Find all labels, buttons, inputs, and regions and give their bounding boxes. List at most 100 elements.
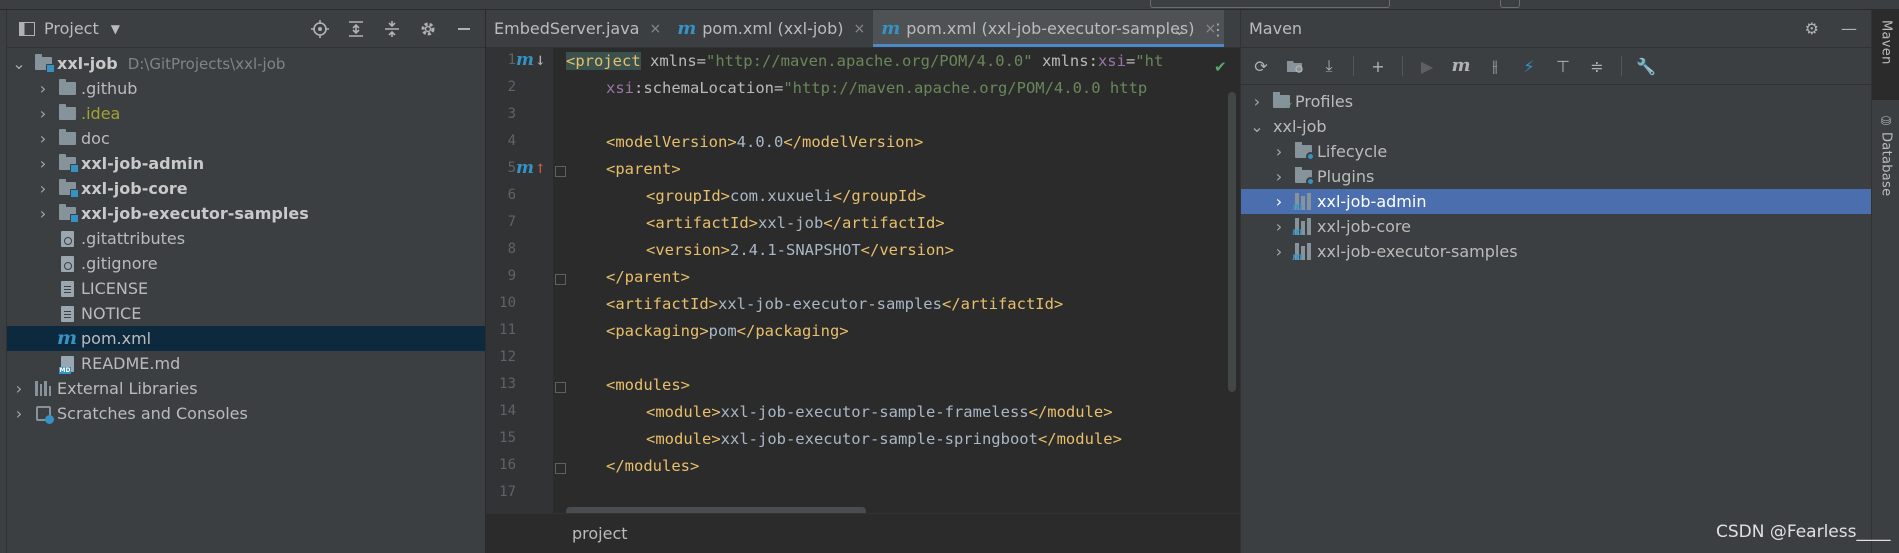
close-icon[interactable]: × bbox=[649, 21, 661, 37]
show-dependencies-icon[interactable]: ⊤ bbox=[1553, 56, 1573, 76]
code-view[interactable]: <project xmlns="http://maven.apache.org/… bbox=[566, 48, 1240, 513]
tree-item-idea[interactable]: › .idea bbox=[7, 101, 485, 126]
folder-icon bbox=[57, 79, 77, 98]
chevron-down-icon[interactable]: ⌄ bbox=[12, 54, 25, 73]
maven-item-xxl-job-core[interactable]: › m xxl-job-core bbox=[1241, 214, 1871, 239]
line-number: 11 bbox=[499, 322, 516, 338]
tree-item-doc[interactable]: › doc bbox=[7, 126, 485, 151]
collapse-all-icon[interactable]: ≑ bbox=[1587, 56, 1607, 76]
close-icon[interactable]: × bbox=[853, 21, 865, 37]
expand-all-icon[interactable] bbox=[346, 19, 365, 38]
maven-goal-icon[interactable]: m bbox=[1451, 56, 1471, 76]
line-number: 16 bbox=[499, 457, 516, 473]
maven-overridden-gutter-icon[interactable]: m↓ bbox=[516, 50, 546, 70]
maven-item-profiles[interactable]: › ✓ Profiles bbox=[1241, 89, 1871, 114]
maven-item-lifecycle[interactable]: › Lifecycle bbox=[1241, 139, 1871, 164]
chevron-right-icon[interactable]: › bbox=[37, 179, 49, 198]
maven-parent-gutter-icon[interactable]: m↑ bbox=[516, 158, 546, 178]
chevron-right-icon[interactable]: › bbox=[37, 129, 49, 148]
chevron-right-icon[interactable]: › bbox=[37, 204, 49, 223]
chevron-right-icon[interactable]: › bbox=[1273, 142, 1285, 161]
tab-label: pom.xml (xxl-job) bbox=[702, 19, 844, 38]
maven-item-plugins[interactable]: › Plugins bbox=[1241, 164, 1871, 189]
collapse-all-icon[interactable] bbox=[382, 19, 401, 38]
line-number: 7 bbox=[507, 214, 516, 230]
chevron-right-icon[interactable]: › bbox=[1273, 192, 1285, 211]
toolbar-button[interactable] bbox=[1500, 0, 1520, 8]
line-number: 9 bbox=[507, 268, 516, 284]
project-panel: Project ▼ ⌄ xxl-job D:\GitProjects\xxl-j… bbox=[7, 10, 486, 553]
text-file-icon bbox=[57, 305, 77, 323]
lifecycle-folder-icon bbox=[1293, 142, 1315, 161]
skip-tests-icon[interactable]: ⚡ bbox=[1519, 56, 1539, 76]
chevron-right-icon[interactable]: › bbox=[1273, 242, 1285, 261]
add-icon[interactable]: + bbox=[1368, 56, 1388, 76]
tree-item-readme[interactable]: README.md bbox=[7, 351, 485, 376]
side-tab-maven[interactable]: Maven bbox=[1872, 10, 1899, 100]
chevron-right-icon[interactable]: › bbox=[13, 404, 25, 423]
chevron-right-icon[interactable]: › bbox=[13, 379, 25, 398]
tab-pom-executor-samples[interactable]: m pom.xml (xxl-job-executor-samples) × bbox=[873, 10, 1225, 47]
tree-item-gitignore[interactable]: .gitignore bbox=[7, 251, 485, 276]
chevron-right-icon[interactable]: › bbox=[1273, 167, 1285, 186]
chevron-down-icon[interactable]: ⌄ bbox=[1250, 117, 1263, 136]
fold-marker-icon[interactable] bbox=[555, 274, 566, 285]
run-icon[interactable]: ▶ bbox=[1417, 56, 1437, 76]
toggle-offline-icon[interactable]: ⫲ bbox=[1485, 56, 1505, 76]
tab-embedserver[interactable]: EmbedServer.java × bbox=[486, 10, 669, 47]
side-tab-database[interactable]: ⛁ Database bbox=[1872, 110, 1899, 220]
minimize-icon[interactable]: — bbox=[1841, 19, 1857, 38]
markdown-file-icon bbox=[57, 355, 77, 374]
maven-panel: Maven ⚙ — ⟳ ⤓ + ▶ m ⫲ ⚡ ⊤ ≑ 🔧 › ✓ Profil… bbox=[1240, 10, 1871, 553]
code-line-4: <modelVersion>4.0.0</modelVersion> bbox=[606, 133, 924, 151]
tree-item-xxl-job-executor-samples[interactable]: › xxl-job-executor-samples bbox=[7, 201, 485, 226]
tree-item-gitattributes[interactable]: .gitattributes bbox=[7, 226, 485, 251]
fold-marker-icon[interactable] bbox=[555, 382, 566, 393]
chevron-right-icon[interactable]: › bbox=[37, 154, 49, 173]
no-problems-check-icon[interactable]: ✔ bbox=[1214, 58, 1227, 76]
code-line-9: </parent> bbox=[606, 268, 690, 286]
maven-item-xxl-job-executor-samples[interactable]: › m xxl-job-executor-samples bbox=[1241, 239, 1871, 264]
folder-icon bbox=[57, 129, 77, 148]
tree-item-scratches[interactable]: › Scratches and Consoles bbox=[7, 401, 485, 426]
wrench-icon[interactable]: 🔧 bbox=[1636, 56, 1656, 76]
tree-item-xxl-job-core[interactable]: › xxl-job-core bbox=[7, 176, 485, 201]
reload-icon[interactable]: ⟳ bbox=[1251, 56, 1271, 76]
chevron-right-icon[interactable]: › bbox=[1251, 92, 1263, 111]
tree-item-external-libraries[interactable]: › External Libraries bbox=[7, 376, 485, 401]
maven-item-xxl-job-admin[interactable]: › m xxl-job-admin bbox=[1241, 189, 1871, 214]
tab-pom-xxl-job[interactable]: m pom.xml (xxl-job) × bbox=[669, 10, 873, 47]
chevron-right-icon[interactable]: › bbox=[37, 104, 49, 123]
run-config-selector[interactable] bbox=[1150, 0, 1390, 8]
maven-item-root[interactable]: ⌄ xxl-job bbox=[1241, 114, 1871, 139]
tree-item-xxl-job-admin[interactable]: › xxl-job-admin bbox=[7, 151, 485, 176]
minimize-icon[interactable] bbox=[454, 19, 473, 38]
chevron-down-icon[interactable]: ▼ bbox=[111, 22, 120, 36]
line-number: 17 bbox=[499, 484, 516, 500]
gear-icon[interactable]: ⚙ bbox=[1805, 19, 1819, 38]
tree-item-license[interactable]: LICENSE bbox=[7, 276, 485, 301]
profiles-folder-icon: ✓ bbox=[1271, 92, 1294, 112]
fold-marker-icon[interactable] bbox=[555, 463, 566, 474]
download-icon[interactable]: ⤓ bbox=[1319, 56, 1339, 76]
locate-icon[interactable] bbox=[310, 19, 329, 38]
tree-item-github[interactable]: › .github bbox=[7, 76, 485, 101]
tree-item-notice[interactable]: NOTICE bbox=[7, 301, 485, 326]
tree-item-label: External Libraries bbox=[57, 379, 198, 398]
tree-item-pom-xml[interactable]: m pom.xml bbox=[7, 326, 485, 351]
chevron-right-icon[interactable]: › bbox=[1273, 217, 1285, 236]
chevron-down-icon[interactable]: ⌄ bbox=[1173, 20, 1186, 39]
gear-icon[interactable] bbox=[418, 19, 437, 38]
maven-item-label: xxl-job-core bbox=[1317, 217, 1411, 236]
more-options-icon[interactable]: ⋮ bbox=[1210, 20, 1226, 39]
vertical-scrollbar[interactable] bbox=[1228, 92, 1236, 392]
module-folder-icon bbox=[57, 179, 79, 198]
tree-root[interactable]: ⌄ xxl-job D:\GitProjects\xxl-job bbox=[7, 51, 485, 76]
fold-marker-icon[interactable] bbox=[555, 166, 566, 177]
project-panel-title[interactable]: Project bbox=[44, 19, 99, 38]
chevron-right-icon[interactable]: › bbox=[37, 79, 49, 98]
maven-tree: › ✓ Profiles ⌄ xxl-job › Lifecycle › Plu… bbox=[1241, 85, 1871, 264]
breadcrumb-item-project[interactable]: project bbox=[572, 524, 628, 543]
generate-sources-icon[interactable] bbox=[1285, 56, 1305, 76]
code-line-1: <project xmlns="http://maven.apache.org/… bbox=[566, 52, 1164, 70]
